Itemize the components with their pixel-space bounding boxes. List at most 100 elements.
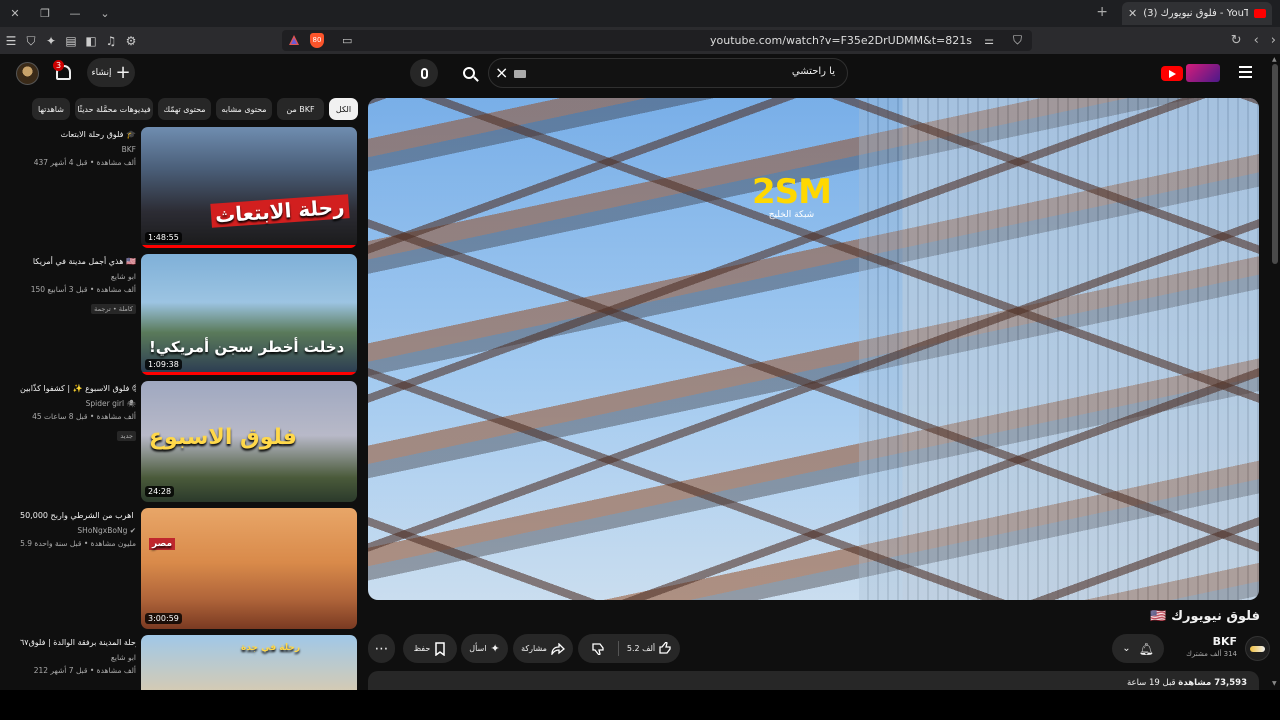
thumbnail-caption: مصر	[149, 538, 176, 550]
channel-name[interactable]: ابو شايع	[20, 651, 136, 664]
channel-name[interactable]: Spider girl 🕷	[20, 397, 136, 410]
page-scrollbar[interactable]: ▲ ▼	[1270, 54, 1280, 690]
reload-icon[interactable]: ↻	[1231, 33, 1242, 48]
video-title[interactable]: فلوق الاسبوع ✨ | كشفوا كذّابين 😡!	[20, 383, 136, 397]
restore-window-icon[interactable]: ❐	[30, 7, 60, 20]
chip-watched[interactable]: شاهدتها	[32, 98, 70, 120]
shield-icon[interactable]: ⛉	[24, 34, 38, 48]
video-meta: رحلة المدينة برفقة الوالدة | فلوق٦٧ ابو …	[20, 637, 136, 677]
menu-icon[interactable]: ☰	[4, 34, 18, 48]
youtube-header: 3 إنشاء + × يا راحتشي	[0, 54, 1270, 92]
video-title[interactable]: هذي أجمل مدينة في أمريكا 🇺🇸	[20, 256, 136, 270]
duration-badge: 1:09:38	[145, 359, 182, 370]
sparkle-icon: ✦	[490, 642, 500, 655]
duration-badge: 3:00:59	[145, 613, 182, 624]
account-avatar[interactable]	[16, 62, 39, 85]
tab-list-chevron-icon[interactable]: ⌄	[90, 7, 120, 20]
extension-puzzle-icon[interactable]: ✦	[44, 34, 58, 48]
cast-icon[interactable]: ▭	[342, 34, 352, 47]
bookmark-icon[interactable]: ⛉	[1013, 33, 1022, 48]
notification-count-badge: 3	[53, 60, 65, 71]
recommendation-item[interactable]: مصر 3:00:59 اهرب من الشرطي واربح 50,000 …	[20, 508, 358, 630]
recommendation-item[interactable]: رحلة الابتعاث 1:48:55 فلوق رحلة الابتعاث…	[20, 127, 358, 249]
scroll-up-icon[interactable]: ▲	[1272, 56, 1277, 63]
sidebar-icon[interactable]: ◧	[84, 34, 98, 48]
window-controls: ✕ ❐ — ⌄	[0, 0, 120, 27]
video-title[interactable]: رحلة المدينة برفقة الوالدة | فلوق٦٧	[20, 637, 136, 651]
new-tab-button[interactable]: +	[1096, 4, 1108, 20]
video-meta: اهرب من الشرطي واربح 50,000 🤑 SHoNgxBoNg…	[20, 510, 136, 550]
tabs-icon[interactable]: ▤	[64, 34, 78, 48]
video-thumbnail[interactable]: فلوق الاسبوع	[141, 381, 357, 502]
video-thumbnail[interactable]: مصر	[141, 508, 357, 629]
duration-badge: 1:48:55	[145, 232, 182, 243]
recommendation-item[interactable]: دخلت أخطر سجن أمريكي! 1:09:38 هذي أجمل م…	[20, 254, 358, 376]
toolbar-left-icons: ☰ ⛉ ✦ ▤ ◧ ♫ ⚙	[4, 27, 138, 54]
channel-name[interactable]: SHoNgxBoNg ✔	[20, 524, 136, 537]
minimize-window-icon[interactable]: —	[60, 7, 90, 20]
voice-search-button[interactable]	[410, 59, 438, 87]
video-actions: ⋯ حفظ اسأل ✦ مشاركة 5.2 ألف	[368, 634, 680, 663]
puzzle-icon[interactable]: ⚙	[124, 34, 138, 48]
recommendation-item[interactable]: فلوق الاسبوع 24:28 فلوق الاسبوع ✨ | كشفو…	[20, 381, 358, 503]
chip-all[interactable]: الكل	[329, 98, 358, 120]
ask-button[interactable]: اسأل ✦	[461, 634, 508, 663]
dislike-button[interactable]	[578, 634, 618, 663]
channel-name[interactable]: ابو شايع	[20, 270, 136, 283]
video-thumbnail[interactable]: رحلة الابتعاث	[141, 127, 357, 248]
browser-tab-active[interactable]: ✕ (3) فلوق نيويورك - YouTube	[1122, 2, 1272, 25]
watermark-logo: 2SM	[752, 172, 832, 212]
back-icon[interactable]: ‹	[1254, 33, 1259, 48]
create-button[interactable]: إنشاء +	[87, 58, 135, 87]
recommendation-item[interactable]: رحلة في جدة رحلة المدينة برفقة الوالدة |…	[20, 635, 358, 690]
rewards-triangle-icon[interactable]	[288, 34, 300, 46]
scroll-down-icon[interactable]: ▼	[1272, 680, 1277, 687]
close-window-icon[interactable]: ✕	[0, 7, 30, 20]
like-count: 5.2 ألف	[626, 644, 656, 653]
address-bar[interactable]: 80 ▭ youtube.com/watch?v=F35e2DrUDMM&t=8…	[282, 30, 1032, 51]
video-title[interactable]: فلوق رحلة الابتعاث 🎓	[20, 129, 136, 143]
site-settings-icon[interactable]: ⚌	[984, 34, 994, 47]
thumbnail-caption: فلوق الاسبوع	[149, 425, 297, 450]
notifications-button[interactable]: 3	[53, 60, 75, 83]
video-thumbnail[interactable]: رحلة في جدة	[141, 635, 357, 690]
chip-from-channel[interactable]: من BKF	[277, 98, 324, 120]
guide-menu-icon[interactable]	[1239, 66, 1252, 78]
like-button[interactable]: 5.2 ألف	[619, 634, 680, 663]
search-input[interactable]: × يا راحتشي	[488, 58, 848, 88]
chip-recently-uploaded[interactable]: فيديوهات محمَّلة حديثًا	[75, 98, 153, 120]
scrollbar-thumb[interactable]	[1272, 64, 1278, 264]
youtube-favicon-icon	[1254, 9, 1266, 18]
forward-icon[interactable]: ›	[1271, 33, 1276, 48]
duration-badge: 24:28	[145, 486, 175, 497]
video-title[interactable]: اهرب من الشرطي واربح 50,000 🤑	[20, 510, 136, 524]
music-icon[interactable]: ♫	[104, 34, 118, 48]
chip-for-you[interactable]: محتوى تهمّك	[158, 98, 211, 120]
view-count: 73,593 مشاهدة	[1178, 678, 1247, 688]
subscriber-count: 314 ألف مشترك	[1186, 650, 1237, 658]
tab-close-icon[interactable]: ✕	[1128, 7, 1137, 20]
search-button[interactable]	[451, 58, 487, 88]
channel-name[interactable]: BKF	[20, 143, 136, 156]
share-button[interactable]: مشاركة	[513, 634, 573, 663]
clear-search-icon[interactable]: ×	[495, 63, 508, 82]
url-text[interactable]: youtube.com/watch?v=F35e2DrUDMM&t=821s	[710, 34, 972, 47]
video-thumbnail[interactable]: دخلت أخطر سجن أمريكي!	[141, 254, 357, 375]
channel-name[interactable]: BKF	[1213, 635, 1237, 648]
brave-shield-icon[interactable]: 80	[310, 33, 324, 48]
channel-avatar[interactable]	[1245, 636, 1270, 661]
microphone-icon	[420, 67, 428, 79]
new-badge: جديد	[117, 431, 136, 441]
related-filter-chips: شاهدتها فيديوهات محمَّلة حديثًا محتوى ته…	[32, 98, 358, 120]
save-label: حفظ	[413, 644, 431, 653]
keyboard-icon[interactable]	[514, 70, 526, 78]
youtube-logo[interactable]	[1161, 64, 1221, 82]
thumbs-up-icon	[659, 642, 671, 654]
video-stats: 437 ألف مشاهدة • قبل 4 أشهر	[33, 158, 136, 167]
share-label: مشاركة	[521, 644, 547, 653]
like-dislike-group: 5.2 ألف	[578, 634, 680, 663]
thumbnail-caption: دخلت أخطر سجن أمريكي!	[149, 338, 345, 356]
chip-related[interactable]: محتوى مشابه	[216, 98, 272, 120]
save-button[interactable]: حفظ	[403, 634, 457, 663]
more-actions-button[interactable]: ⋯	[368, 634, 395, 663]
